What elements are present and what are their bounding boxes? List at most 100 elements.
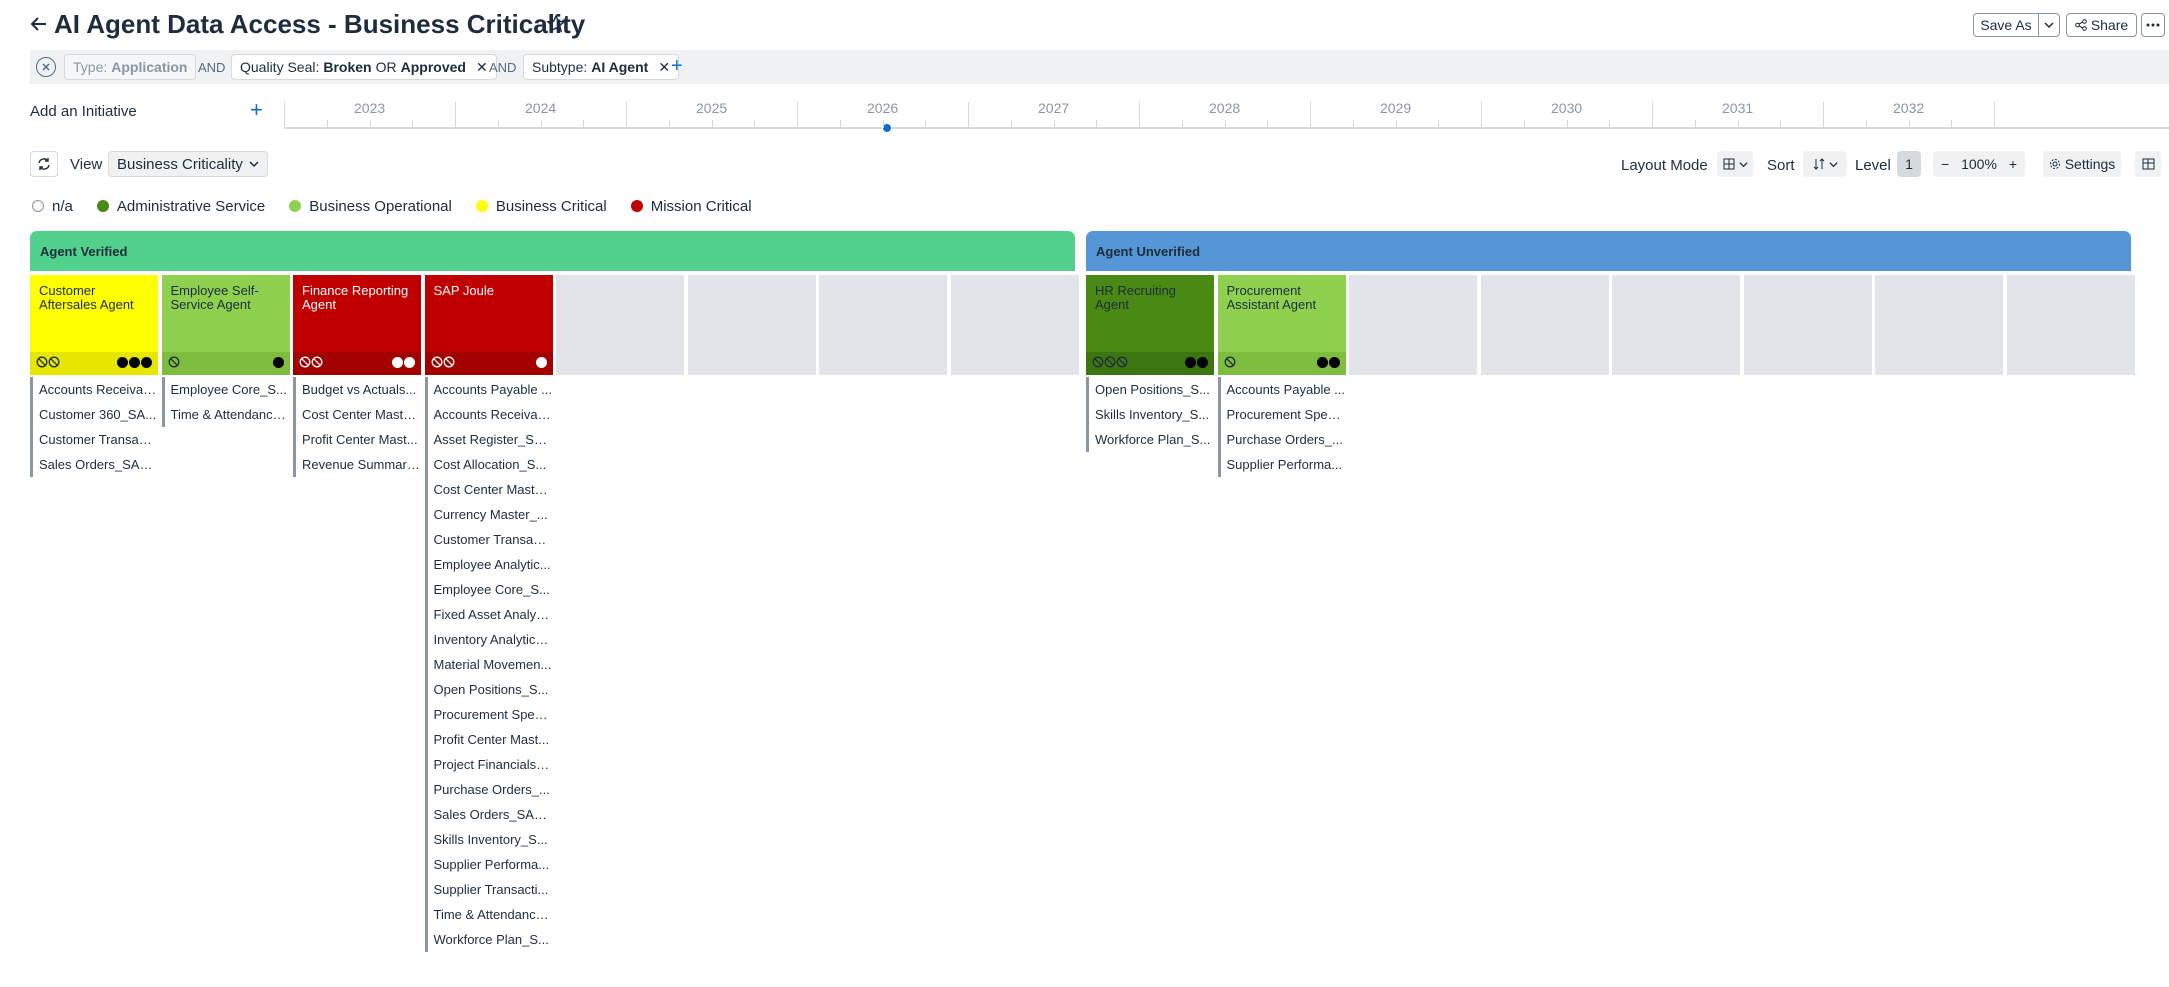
sort-select[interactable] (1803, 151, 1847, 177)
filter-chip-type[interactable]: Type: Application (64, 54, 197, 80)
timeline-quarter-tick (1181, 120, 1183, 128)
data-object-item[interactable]: Sales Orders_SAP ... (30, 452, 158, 477)
legend-item[interactable]: Business Operational (289, 198, 452, 215)
data-object-item[interactable]: Budget vs Actuals... (293, 377, 421, 402)
broken-seal-icon (48, 356, 60, 368)
timeline-quarter-tick (497, 120, 499, 128)
zoom-value: 100% (1961, 156, 1997, 172)
layout-mode-select[interactable] (1717, 151, 1753, 177)
gear-icon (2049, 159, 2060, 169)
view-select-value: Business Criticality (117, 155, 243, 173)
data-object-item[interactable]: Accounts Payable ... (424, 377, 553, 402)
data-object-item[interactable]: Accounts Receivab... (424, 402, 553, 427)
legend-label: Business Critical (495, 197, 607, 215)
zoom-control: − 100% + (1933, 151, 2025, 177)
data-object-item[interactable]: Profit Center Mast... (293, 427, 421, 452)
data-object-item[interactable]: Customer 360_SA... (30, 402, 158, 427)
data-object-item[interactable]: Currency Master_... (424, 502, 553, 527)
timeline-year-tick (1823, 102, 1824, 128)
data-object-item[interactable]: Employee Core_S... (161, 377, 290, 402)
today-marker[interactable] (882, 123, 892, 133)
data-object-item[interactable]: Supplier Performa... (1217, 452, 1346, 477)
data-object-item[interactable]: Supplier Performa... (424, 852, 553, 877)
favorite-star-icon[interactable] (546, 14, 566, 34)
timeline-quarter-tick (1224, 120, 1226, 128)
data-object-item[interactable]: Open Positions_S... (424, 677, 553, 702)
data-object-item[interactable]: Accounts Payable ... (1217, 377, 1346, 402)
data-object-item[interactable]: Skills Inventory_S... (1086, 402, 1214, 427)
more-options-button[interactable] (2141, 13, 2165, 37)
save-as-button[interactable]: Save As (1973, 13, 2039, 37)
data-object-item[interactable]: Accounts Receivab... (30, 377, 158, 402)
data-object-item[interactable]: Supplier Transacti... (424, 877, 553, 902)
data-object-item[interactable]: Purchase Orders_... (1217, 427, 1346, 452)
data-object-item[interactable]: Procurement Spen... (424, 702, 553, 727)
add-filter-icon[interactable]: + (671, 55, 683, 77)
remove-filter-icon[interactable]: ✕ (476, 59, 488, 76)
data-object-item[interactable]: Open Positions_S... (1086, 377, 1214, 402)
agent-card[interactable]: Procurement Assistant Agent (1217, 275, 1346, 375)
agent-card[interactable]: Customer Aftersales Agent (30, 275, 158, 375)
legend-item[interactable]: Administrative Service (96, 198, 265, 215)
data-object-item[interactable]: Purchase Orders_... (424, 777, 553, 802)
group-header[interactable]: Agent Unverified (1086, 231, 2131, 271)
data-object-item[interactable]: Sales Orders_SAP ... (424, 802, 553, 827)
data-object-item[interactable]: Time & Attendance... (424, 902, 553, 927)
legend-item[interactable]: Mission Critical (630, 198, 752, 215)
timeline[interactable]: 2023 2024 2025 2026 2027 2028 2029 2030 2031 2032 (284, 96, 2169, 134)
share-button[interactable]: Share (2066, 13, 2137, 37)
status-dot (535, 357, 547, 368)
zoom-in-icon[interactable]: + (2009, 156, 2017, 172)
agent-card[interactable]: Finance Reporting Agent (293, 275, 421, 375)
add-initiative-icon[interactable]: + (250, 99, 263, 121)
data-object-item[interactable]: Employee Analytic... (424, 552, 553, 577)
group-header[interactable]: Agent Verified (30, 231, 1075, 271)
data-object-item[interactable]: Workforce Plan_S... (424, 927, 553, 952)
data-object-item[interactable]: Time & Attendance... (161, 402, 290, 427)
quality-seal-icons (431, 356, 455, 370)
layout-mode-label: Layout Mode (1621, 157, 1708, 174)
level-value[interactable]: 1 (1897, 151, 1921, 177)
data-object-item[interactable]: Cost Center Maste... (293, 402, 421, 427)
refresh-button[interactable] (30, 151, 58, 177)
broken-seal-icon (311, 356, 323, 368)
remove-filter-icon[interactable]: ✕ (658, 59, 670, 76)
view-select[interactable]: Business Criticality (108, 151, 268, 177)
status-dot (404, 357, 415, 368)
back-arrow-icon[interactable] (28, 13, 50, 35)
agent-card[interactable]: HR Recruiting Agent (1086, 275, 1214, 375)
agent-card[interactable]: SAP Joule (424, 275, 553, 375)
agent-card[interactable]: Employee Self-Service Agent (161, 275, 290, 375)
legend-item[interactable]: n/a (32, 198, 73, 215)
data-object-item[interactable]: Customer Transact... (424, 527, 553, 552)
empty-slot (2006, 275, 2135, 375)
data-object-item[interactable]: Fixed Asset Analyti... (424, 602, 553, 627)
save-as-dropdown-button[interactable] (2038, 13, 2060, 37)
legend-item[interactable]: Business Critical (475, 197, 607, 215)
data-object-item[interactable]: Asset Register_SA... (424, 427, 553, 452)
clear-filters-button[interactable] (36, 57, 56, 77)
data-object-item[interactable]: Project Financials_... (424, 752, 553, 777)
data-object-item[interactable]: Inventory Analytics... (424, 627, 553, 652)
settings-button[interactable]: Settings (2043, 151, 2121, 177)
empty-slot (687, 275, 816, 375)
legend-color-dot (289, 200, 302, 212)
data-object-item[interactable]: Material Movemen... (424, 652, 553, 677)
zoom-out-icon[interactable]: − (1941, 156, 1949, 172)
filter-chip-subtype[interactable]: Subtype: AI Agent ✕ (523, 54, 680, 80)
filter-chip-quality-seal[interactable]: Quality Seal: Broken OR Approved ✕ (231, 54, 497, 80)
data-object-item[interactable]: Cost Center Maste... (424, 477, 553, 502)
empty-slot (556, 275, 684, 375)
data-object-item[interactable]: Profit Center Mast... (424, 727, 553, 752)
data-object-item[interactable]: Workforce Plan_S... (1086, 427, 1214, 452)
data-object-item[interactable]: Revenue Summary... (293, 452, 421, 477)
table-view-button[interactable] (2135, 151, 2161, 177)
data-object-item[interactable]: Skills Inventory_S... (424, 827, 553, 852)
data-object-item[interactable]: Procurement Spen... (1217, 402, 1346, 427)
timeline-year-label: 2032 (1893, 100, 1925, 116)
data-object-item[interactable]: Cost Allocation_S... (424, 452, 553, 477)
status-dot (141, 357, 152, 368)
data-object-item[interactable]: Customer Transact... (30, 427, 158, 452)
filter-operator: AND (198, 60, 226, 75)
data-object-item[interactable]: Employee Core_S... (424, 577, 553, 602)
